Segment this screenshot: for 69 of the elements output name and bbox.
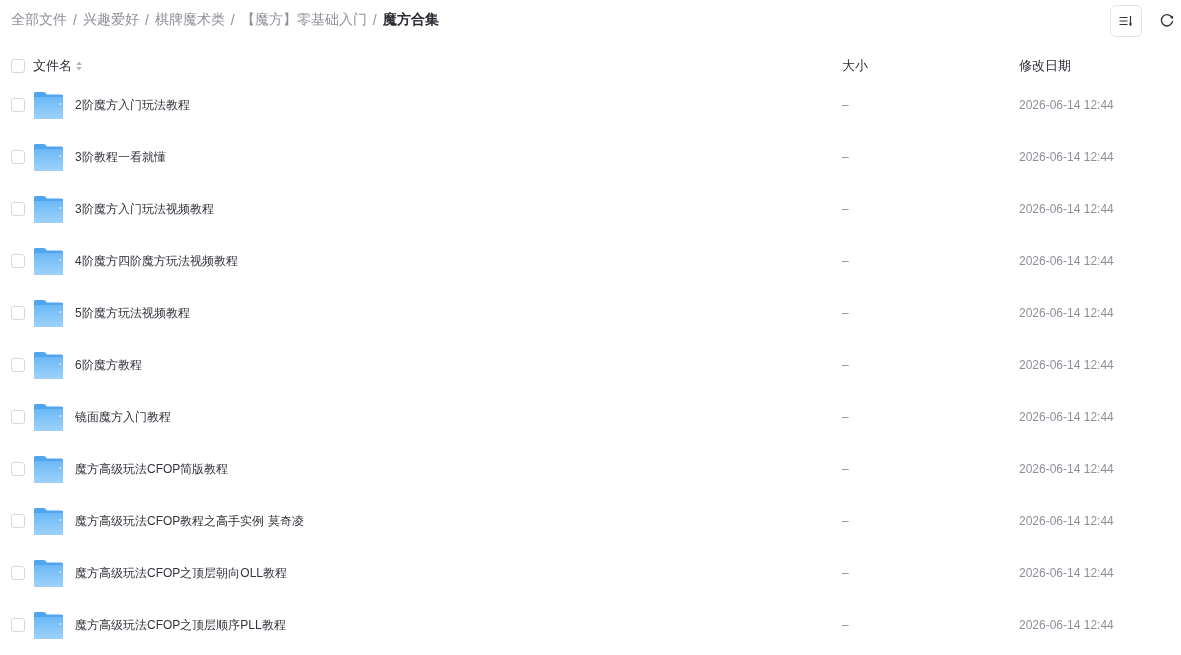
folder-icon [34,247,63,275]
row-checkbox[interactable] [11,254,25,268]
folder-icon [34,403,63,431]
file-size: – [842,566,849,580]
folder-name[interactable]: 魔方高级玩法CFOP简版教程 [75,460,229,478]
folder-icon [34,611,63,639]
folder-name[interactable]: 魔方高级玩法CFOP之顶层朝向OLL教程 [75,564,287,582]
row-checkbox[interactable] [11,618,25,632]
folder-name[interactable]: 魔方高级玩法CFOP之顶层顺序PLL教程 [75,616,286,634]
folder-name[interactable]: 镜面魔方入门教程 [75,408,171,426]
column-header[interactable]: 文件名 [33,57,82,75]
refresh-icon [1160,13,1174,27]
modified-date: 2026-06-14 12:44 [1019,566,1114,580]
folder-name[interactable]: 4阶魔方四阶魔方玩法视频教程 [75,252,238,270]
folder-icon [34,195,63,223]
row-checkbox[interactable] [11,514,25,528]
modified-date: 2026-06-14 12:44 [1019,150,1114,164]
folder-icon [34,351,63,379]
breadcrumb-current: 魔方合集 [382,11,439,29]
folder-icon [34,299,63,327]
row-checkbox[interactable] [11,410,25,424]
select-all-checkbox[interactable] [11,59,25,73]
file-size: – [842,254,849,268]
folder-name[interactable]: 3阶魔方入门玩法视频教程 [75,200,214,218]
row-checkbox[interactable] [11,306,25,320]
row-checkbox[interactable] [11,358,25,372]
folder-name[interactable]: 6阶魔方教程 [75,356,142,374]
column-header: 大小 [842,57,868,75]
row-checkbox[interactable] [11,566,25,580]
file-size: – [842,202,849,216]
refresh-button[interactable] [1159,12,1175,28]
modified-date: 2026-06-14 12:44 [1019,254,1114,268]
folder-name[interactable]: 2阶魔方入门玩法教程 [75,96,190,114]
row-checkbox[interactable] [11,462,25,476]
breadcrumb-separator: / [372,12,377,28]
file-size: – [842,618,849,632]
file-size: – [842,150,849,164]
file-size: – [842,98,849,112]
modified-date: 2026-06-14 12:44 [1019,618,1114,632]
row-checkbox[interactable] [11,98,25,112]
folder-name[interactable]: 5阶魔方玩法视频教程 [75,304,190,322]
modified-date: 2026-06-14 12:44 [1019,306,1114,320]
modified-date: 2026-06-14 12:44 [1019,202,1114,216]
folder-icon [34,143,63,171]
sort-arrows-icon[interactable] [76,61,82,71]
modified-date: 2026-06-14 12:44 [1019,358,1114,372]
file-size: – [842,410,849,424]
row-checkbox[interactable] [11,150,25,164]
modified-date: 2026-06-14 12:44 [1019,410,1114,424]
sort-button[interactable] [1110,4,1142,37]
file-size: – [842,462,849,476]
breadcrumb-separator: / [73,12,77,28]
modified-date: 2026-06-14 12:44 [1019,98,1114,112]
folder-icon [34,507,63,535]
breadcrumb-separator: / [144,12,149,28]
folder-name[interactable]: 3阶教程一看就懂 [75,148,166,166]
file-size: – [842,306,849,320]
folder-icon [34,91,63,119]
column-header: 修改日期 [1019,57,1071,75]
folder-icon [34,559,63,587]
file-size: – [842,358,849,372]
folder-icon [34,455,63,483]
file-size: – [842,514,849,528]
modified-date: 2026-06-14 12:44 [1019,514,1114,528]
sort-lines-icon [1119,14,1133,27]
row-checkbox[interactable] [11,202,25,216]
folder-name[interactable]: 魔方高级玩法CFOP教程之高手实例 莫奇凌 [75,512,304,530]
breadcrumb-separator: / [230,12,235,28]
modified-date: 2026-06-14 12:44 [1019,462,1114,476]
